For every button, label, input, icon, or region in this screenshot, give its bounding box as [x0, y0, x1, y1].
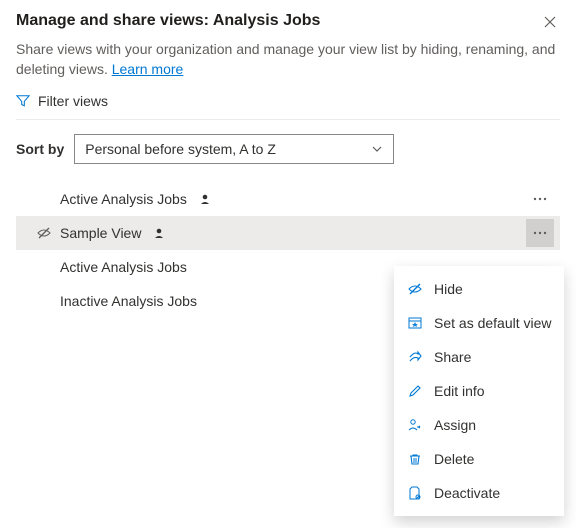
menu-item-label: Delete [434, 451, 474, 467]
menu-item-label: Share [434, 349, 471, 365]
hide-icon [406, 281, 424, 297]
sort-row: Sort by Personal before system, A to Z [16, 134, 560, 164]
menu-item-share[interactable]: Share [394, 340, 564, 374]
edit-icon [406, 383, 424, 399]
view-name: Inactive Analysis Jobs [60, 293, 197, 309]
sort-selected-value: Personal before system, A to Z [85, 141, 276, 157]
menu-item-default[interactable]: Set as default view [394, 306, 564, 340]
header: Manage and share views: Analysis Jobs [16, 12, 560, 32]
share-icon [406, 349, 424, 365]
menu-item-assign[interactable]: Assign [394, 408, 564, 442]
menu-item-deactivate[interactable]: Deactivate [394, 476, 564, 510]
default-view-icon [406, 315, 424, 331]
delete-icon [406, 451, 424, 467]
sort-label: Sort by [16, 141, 64, 157]
close-icon [544, 16, 556, 28]
menu-item-edit[interactable]: Edit info [394, 374, 564, 408]
view-row[interactable]: Sample View [16, 216, 560, 250]
context-menu: Hide Set as default view Share Edit info… [394, 266, 564, 516]
more-button[interactable] [526, 219, 554, 247]
filter-icon [16, 94, 30, 108]
more-button[interactable] [526, 185, 554, 213]
person-icon [199, 193, 211, 205]
menu-item-delete[interactable]: Delete [394, 442, 564, 476]
chevron-down-icon [371, 143, 383, 155]
view-name: Active Analysis Jobs [60, 191, 187, 207]
menu-item-label: Set as default view [434, 315, 552, 331]
view-row[interactable]: Active Analysis Jobs [16, 182, 560, 216]
more-icon [533, 231, 547, 235]
menu-item-label: Hide [434, 281, 463, 297]
subtitle-text: Share views with your organization and m… [16, 41, 555, 77]
more-icon [533, 197, 547, 201]
menu-item-label: Deactivate [434, 485, 500, 501]
menu-item-label: Edit info [434, 383, 485, 399]
filter-views[interactable]: Filter views [16, 93, 560, 120]
person-icon [153, 227, 165, 239]
deactivate-icon [406, 485, 424, 501]
hidden-icon [34, 225, 54, 241]
assign-icon [406, 417, 424, 433]
menu-item-hide[interactable]: Hide [394, 272, 564, 306]
panel-title: Manage and share views: Analysis Jobs [16, 12, 320, 30]
sort-dropdown[interactable]: Personal before system, A to Z [74, 134, 394, 164]
panel-subtitle: Share views with your organization and m… [16, 40, 560, 79]
manage-views-panel: Manage and share views: Analysis Jobs Sh… [0, 0, 576, 318]
filter-label: Filter views [38, 93, 108, 109]
menu-item-label: Assign [434, 417, 476, 433]
view-name: Sample View [60, 225, 141, 241]
learn-more-link[interactable]: Learn more [112, 61, 184, 77]
view-name: Active Analysis Jobs [60, 259, 187, 275]
close-button[interactable] [540, 12, 560, 32]
